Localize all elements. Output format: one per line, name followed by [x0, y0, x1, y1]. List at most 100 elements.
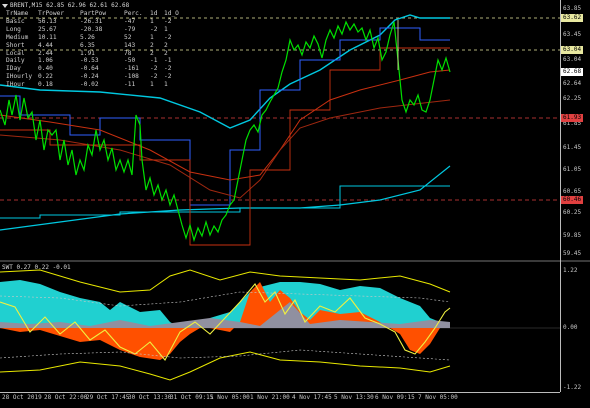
column-header: TrName — [6, 10, 29, 17]
table-cell: -2 — [150, 25, 158, 33]
triangle-down-icon — [2, 3, 8, 8]
table-cell: 2 — [150, 41, 154, 49]
table-cell: IHour — [6, 81, 25, 89]
price-tag-current: 62.68 — [561, 68, 584, 76]
table-cell: -0.64 — [80, 65, 99, 73]
time-axis-label: 6 Nov 09:15 — [375, 394, 415, 401]
table-row: Short 4.44 6.35 143 2 2 — [6, 42, 178, 50]
price-axis-label: 60.65 — [563, 188, 582, 195]
column-header: Perc. — [124, 10, 143, 17]
trend-power-table: TrName TrPower PartPow Perc. 1d 1d_O Bas… — [6, 10, 179, 89]
table-row: Local 2.44 1.91 78 2 2 — [6, 50, 178, 58]
indicator-axis-label: 0.00 — [563, 324, 578, 331]
price-axis-label: 59.45 — [563, 250, 582, 257]
table-cell: 143 — [124, 41, 136, 49]
table-cell: -0.53 — [80, 57, 99, 65]
table-cell: -20.38 — [80, 25, 103, 33]
table-cell: -2 — [164, 73, 172, 81]
table-cell: Short — [6, 41, 25, 49]
column-header: 1d — [150, 10, 158, 17]
price-axis-label: 62.64 — [563, 80, 582, 87]
subwindow-divider[interactable] — [0, 260, 590, 262]
table-cell: -2 — [150, 65, 158, 73]
indicator-chart[interactable] — [0, 262, 560, 392]
time-axis-label: 30 Oct 13:30 — [128, 394, 172, 401]
table-cell: 1 — [164, 25, 168, 33]
table-cell: IHourly — [6, 73, 33, 81]
price-axis-label: 61.05 — [563, 166, 582, 173]
table-cell: 2 — [164, 49, 168, 57]
time-axis-label: 28 Oct 22:00 — [44, 394, 88, 401]
time-axis-label: 31 Oct 09:15 — [170, 394, 214, 401]
table-header: TrName TrPower PartPow Perc. 1d 1d_O — [6, 10, 179, 18]
table-cell: 0.18 — [38, 81, 53, 89]
price-axis-label: 63.45 — [563, 31, 582, 38]
price-axis-label: 60.25 — [563, 209, 582, 216]
table-cell: 0.22 — [38, 73, 53, 81]
table-cell: 2.44 — [38, 49, 53, 57]
price-tag-level: 60.46 — [561, 196, 584, 204]
table-cell: 1 — [164, 81, 168, 89]
price-axis-label: 63.04 — [563, 56, 582, 63]
dotted-band-lower — [0, 349, 451, 361]
table-cell: 52 — [124, 33, 132, 41]
table-cell: 1.06 — [38, 57, 53, 65]
table-cell: 25.67 — [38, 25, 57, 33]
table-cell: -0.02 — [80, 81, 99, 89]
table-cell: 0.40 — [38, 65, 53, 73]
table-cell: -161 — [124, 65, 139, 73]
table-cell: -1 — [164, 57, 172, 65]
column-header: 1d_O — [164, 10, 179, 17]
time-axis-label: 5 Nov 13:30 — [334, 394, 374, 401]
time-axis-label: 4 Nov 17:45 — [292, 394, 332, 401]
table-cell: 5.26 — [80, 33, 95, 41]
table-cell: 78 — [124, 49, 132, 57]
time-axis-label: 7 Nov 05:00 — [418, 394, 458, 401]
table-cell: 4.44 — [38, 41, 53, 49]
time-axis-label: 1 Nov 21:00 — [250, 394, 290, 401]
price-axis-label: 61.45 — [563, 144, 582, 151]
cyan-curve-lower — [0, 165, 451, 231]
table-cell: -79 — [124, 25, 136, 33]
indicator-title: SWT 0.27 0.22 -0.01 — [2, 264, 71, 271]
table-cell: IDay — [6, 65, 21, 73]
price-axis-label: 59.85 — [563, 232, 582, 239]
table-row: IDay 0.40 -0.64 -161 -2 -2 — [6, 65, 178, 73]
table-cell: -2 — [164, 65, 172, 73]
table-cell: Medium — [6, 33, 29, 41]
table-cell: 1 — [150, 33, 154, 41]
price-axis-label: 62.25 — [563, 95, 582, 102]
table-cell: 2 — [150, 49, 154, 57]
price-axis-label: 63.85 — [563, 5, 582, 12]
table-cell: 10.11 — [38, 33, 57, 41]
price-tag-level: 63.04 — [561, 46, 584, 54]
table-cell: -47 — [124, 17, 136, 25]
price-tag-level: 63.62 — [561, 14, 584, 22]
table-row: IHour 0.18 -0.02 -11 1 1 — [6, 81, 178, 89]
table-row: Daily 1.06 -0.53 -50 -1 -1 — [6, 57, 178, 65]
table-cell: Basic — [6, 17, 25, 25]
column-header: TrPower — [38, 10, 65, 17]
table-cell: -108 — [124, 73, 139, 81]
table-cell: -26.31 — [80, 17, 103, 25]
indicator-axis-label: 1.22 — [563, 267, 578, 274]
indicator-axis-label: -1.22 — [563, 384, 582, 391]
time-axis-label: 28 Oct 2019 — [2, 394, 42, 401]
time-axis-label: 1 Nov 05:00 — [210, 394, 250, 401]
table-cell: -1 — [150, 57, 158, 65]
time-axis-label: 29 Oct 17:45 — [86, 394, 130, 401]
symbol-title: BRENT,M15 62.85 62.96 62.61 62.68 — [2, 2, 129, 9]
column-header: PartPow — [80, 10, 107, 17]
table-cell: Local — [6, 49, 25, 57]
table-cell: Daily — [6, 57, 25, 65]
price-tag-level: 61.93 — [561, 114, 584, 122]
table-cell: -11 — [124, 81, 136, 89]
table-cell: -2 — [150, 73, 158, 81]
table-cell: Long — [6, 25, 21, 33]
table-cell: 6.35 — [80, 41, 95, 49]
cyan-step-line — [0, 185, 450, 219]
table-cell: -50 — [124, 57, 136, 65]
table-cell: -2 — [164, 17, 172, 25]
table-row: Medium 10.11 5.26 52 1 -2 — [6, 34, 178, 42]
table-cell: 1.91 — [80, 49, 95, 57]
